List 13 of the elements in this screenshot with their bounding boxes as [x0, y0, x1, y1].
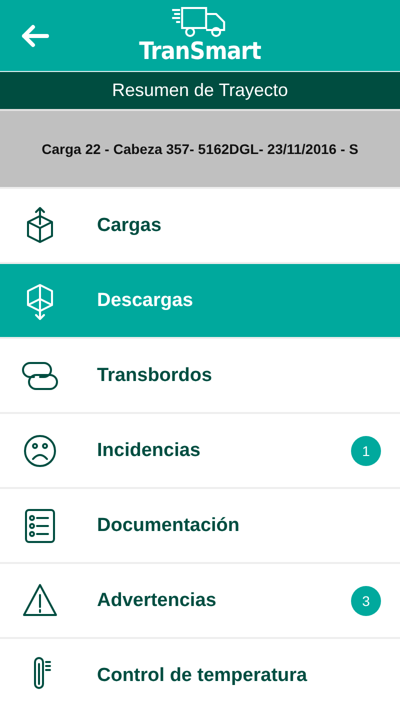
trip-info: Carga 22 - Cabeza 357- 5162DGL- 23/11/2016 - S	[0, 111, 400, 189]
count-badge: 1	[351, 436, 381, 466]
menu-label: Transbordos	[97, 364, 214, 386]
screen-title: Resumen de Trayecto	[0, 72, 400, 111]
logo-text: TranSmart	[139, 38, 261, 64]
menu-label: Documentación	[97, 514, 241, 536]
back-button[interactable]	[20, 24, 50, 48]
menu-label: Cargas	[97, 214, 162, 236]
menu-label: Descargas	[97, 290, 194, 312]
menu-label: Advertencias	[97, 590, 218, 612]
menu-label: Control de temperatura	[97, 664, 308, 686]
menu-label: Incidencias	[97, 440, 202, 462]
count-badge: 3	[351, 586, 381, 616]
